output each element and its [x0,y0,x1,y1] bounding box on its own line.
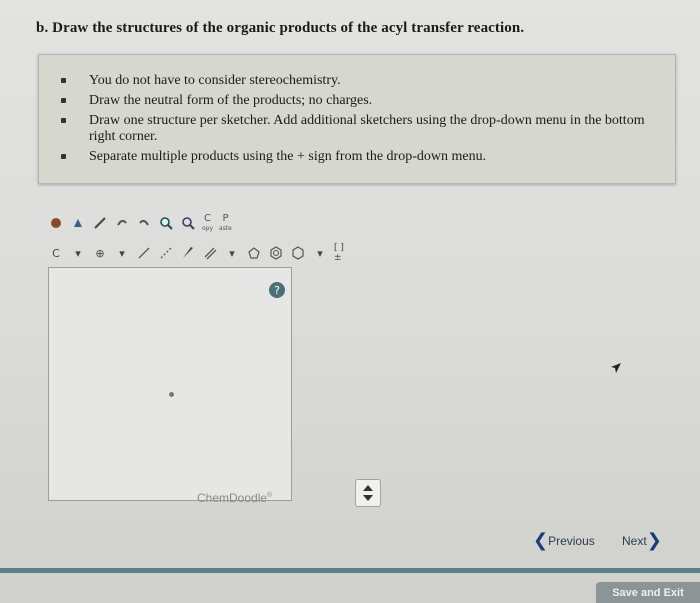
question-title: b. Draw the structures of the organic pr… [36,20,525,36]
undo-icon[interactable] [114,215,130,231]
instruction-item: Draw one structure per sketcher. Add add… [61,113,675,145]
sketcher-toolbar-top: Copy Paste [48,211,232,235]
chemdoodle-logo: ChemDoodle® [197,491,273,505]
sketcher-stepper[interactable] [355,479,381,507]
bullet-icon [61,78,66,83]
dashed-bond-icon[interactable] [158,245,174,261]
bullet-icon [61,98,66,103]
next-button[interactable]: Next ❯ [622,530,662,551]
copy-button[interactable]: Copy [202,213,213,233]
help-button[interactable]: ? [269,282,285,298]
sketcher-toolbar-bottom: C ▾ ⊕ ▾ ▾ ▾ []± [48,243,350,263]
canvas-center-dot [169,392,174,397]
double-bond-icon[interactable] [202,245,218,261]
drawing-canvas[interactable]: ? ChemDoodle® [48,267,292,505]
page: b. Draw the structures of the organic pr… [0,0,700,603]
instruction-item: Separate multiple products using the + s… [61,149,675,165]
cyclohexane-icon[interactable] [290,245,306,261]
zoom-in-icon[interactable] [158,215,174,231]
erase-icon[interactable] [70,215,86,231]
instruction-item: You do not have to consider stereochemis… [61,73,675,89]
instruction-item: Draw the neutral form of the products; n… [61,93,675,109]
redo-icon[interactable] [136,215,152,231]
chevron-down-icon[interactable]: ▾ [70,245,86,261]
up-down-arrow-icon [363,485,373,501]
wedge-bond-icon[interactable] [180,245,196,261]
bracket-tool[interactable]: [ ]± [334,243,350,263]
bond-chevron-down-icon[interactable]: ▾ [224,245,240,261]
pencil-icon[interactable] [92,215,108,231]
chevron-left-icon: ❮ [533,530,549,551]
zoom-out-icon[interactable] [180,215,196,231]
instructions-list: You do not have to consider stereochemis… [39,73,675,165]
mouse-cursor-icon [611,363,621,373]
footer-bar [0,568,700,573]
instructions-box: You do not have to consider stereochemis… [38,54,676,184]
ring-chevron-down-icon[interactable]: ▾ [312,245,328,261]
chevron-down-icon[interactable]: ▾ [114,245,130,261]
chemdoodle-sketcher: Copy Paste C ▾ ⊕ ▾ ▾ ▾ []± ? ChemDoodle… [40,205,344,505]
benzene-icon[interactable] [268,245,284,261]
single-bond-icon[interactable] [136,245,152,261]
bullet-icon [61,154,66,159]
bullet-icon [61,118,66,123]
save-and-exit-button[interactable]: Save and Exit [596,582,700,603]
paste-button[interactable]: Paste [219,213,232,233]
element-selector[interactable]: C [48,245,64,261]
charge-selector[interactable]: ⊕ [92,245,108,261]
chevron-right-icon: ❯ [646,530,662,551]
clear-icon[interactable] [48,215,64,231]
previous-button[interactable]: ❮ Previous [533,530,595,551]
cyclopentane-icon[interactable] [246,245,262,261]
